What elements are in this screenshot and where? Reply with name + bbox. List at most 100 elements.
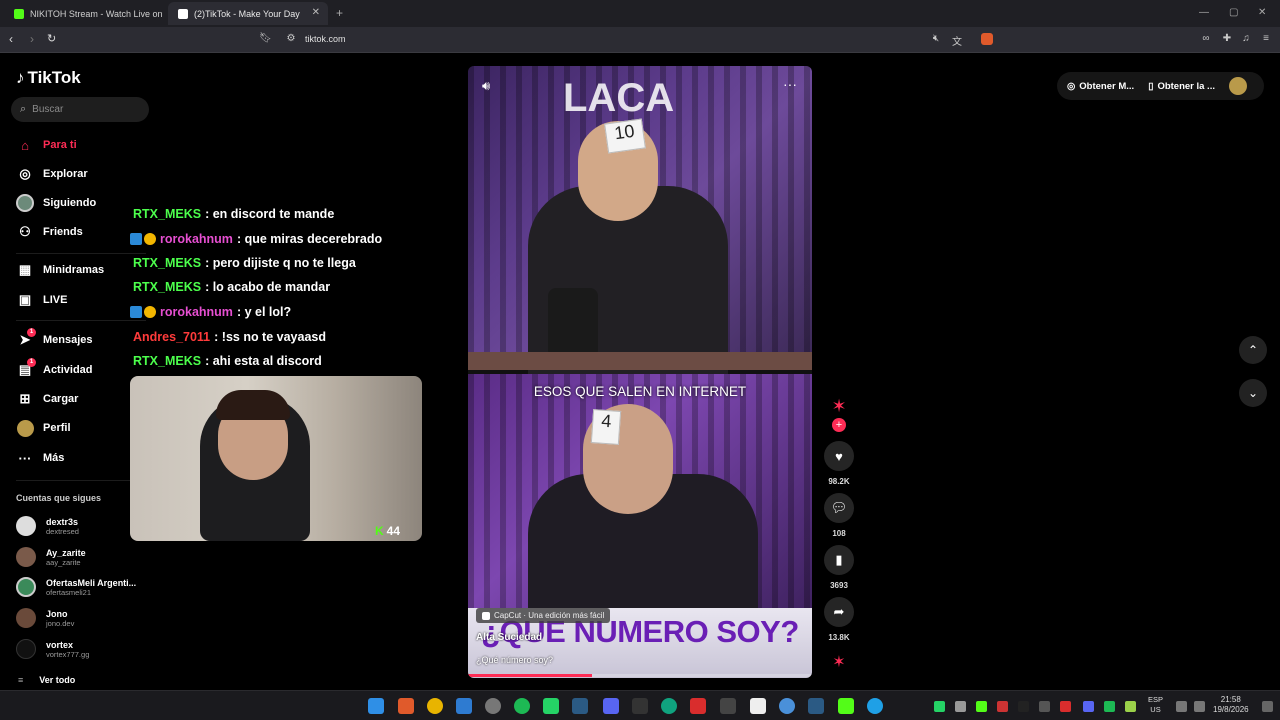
chatgpt-icon[interactable] (661, 698, 677, 714)
following-account[interactable]: OfertasMeli Argenti... ofertasmeli21 (16, 577, 136, 597)
comment-button[interactable]: 💬︎ 108 (824, 493, 854, 538)
minimize-icon[interactable]: — (1199, 7, 1209, 18)
streamer-webcam: K 44 (130, 376, 422, 541)
nav-siguiendo[interactable]: Siguiendo (16, 193, 96, 213)
following-account[interactable]: dextr3s dextresed (16, 516, 79, 536)
forward-icon[interactable]: › (30, 32, 34, 46)
tab-kick-stream[interactable]: NIKITOH Stream - Watch Live on (4, 2, 164, 25)
language-indicator[interactable]: ESP US (1148, 695, 1163, 715)
nav-actividad[interactable]: ▤ 1 Actividad (16, 358, 93, 380)
video-author[interactable]: Alta Suciedad (476, 632, 542, 643)
brave-icon[interactable] (398, 698, 414, 714)
discord-icon[interactable] (603, 698, 619, 714)
account-handle: ofertasmeli21 (46, 587, 92, 597)
tray-icon[interactable] (1104, 701, 1115, 712)
video-subtitle: ESOS QUE SALEN EN INTERNET (533, 384, 747, 399)
nav-perfil[interactable]: Perfil (16, 418, 71, 438)
more-icon: ··· (18, 450, 32, 466)
nav-label: Cargar (43, 393, 79, 405)
kick-icon[interactable] (838, 698, 854, 714)
lang-region: US (1150, 705, 1161, 714)
volume-icon[interactable]: 🔊︎ (482, 78, 490, 94)
nav-label: LIVE (43, 294, 68, 306)
nav-mensajes[interactable]: ➤ 1 Mensajes (16, 328, 93, 350)
tiktok-logo[interactable]: ♪ TikTok (16, 68, 81, 88)
settings-icon[interactable] (485, 698, 501, 714)
brave-shield-icon[interactable] (981, 33, 993, 45)
following-account[interactable]: Jono jono.dev (16, 608, 74, 628)
search-input[interactable] (32, 104, 133, 115)
app-icon[interactable] (690, 698, 706, 714)
nav-minidramas[interactable]: ▦ Minidramas (16, 260, 104, 280)
capcut-tag[interactable]: CapCut · Una edición más fácil (476, 608, 611, 623)
mute-icon[interactable]: 🔇︎ (930, 33, 942, 45)
maximize-icon[interactable]: ▢ (1229, 7, 1238, 18)
following-account[interactable]: Ay_zarite aay_zarite (16, 547, 86, 567)
music-disc-icon[interactable]: ✶ (824, 652, 854, 672)
puzzle-icon[interactable]: ✚ (1221, 33, 1233, 45)
nav-cargar[interactable]: ⊞ Cargar (16, 389, 79, 409)
url-field[interactable]: tiktok.com (305, 34, 346, 44)
tray-icon[interactable] (955, 701, 966, 712)
new-tab-button[interactable]: + (336, 6, 343, 20)
more-options-icon[interactable]: ··· (783, 76, 797, 92)
nav-explorar[interactable]: ◎ Explorar (16, 164, 87, 184)
address-bar: ‹ › ↻ 🔖︎ ⚙ tiktok.com 🔇︎ 文 ∞ ✚ ♫ ≡ (0, 27, 1280, 53)
search-box[interactable]: ⌕ (11, 97, 149, 122)
like-button[interactable]: ♥ 98.2K (824, 441, 854, 486)
kick-tray-icon[interactable] (976, 701, 987, 712)
tray-icon[interactable] (1060, 701, 1071, 712)
nav-live[interactable]: ▣ LIVE (16, 290, 68, 310)
next-video-button[interactable]: ⌄ (1239, 379, 1267, 407)
close-icon[interactable]: ✕ (312, 7, 320, 18)
network-icon[interactable] (1176, 701, 1187, 712)
microphone-icon[interactable] (1125, 701, 1136, 712)
save-button[interactable]: ▮ 3693 (824, 545, 854, 590)
get-coins-button[interactable]: ◎ Obtener M... (1067, 81, 1134, 92)
system-clock[interactable]: 21:58 19/8/2026 (1213, 695, 1249, 715)
chrome-icon[interactable] (427, 698, 443, 714)
nav-para-ti[interactable]: ⌂ Para ti (16, 135, 77, 155)
site-info-icon[interactable]: ⚙ (285, 33, 297, 45)
extension-icon[interactable]: ∞ (1200, 33, 1212, 45)
get-app-button[interactable]: ▯ Obtener la ... (1148, 81, 1215, 92)
start-icon[interactable] (368, 698, 384, 714)
reload-icon[interactable]: ↻ (47, 32, 56, 45)
discord-tray-icon[interactable] (1083, 701, 1094, 712)
previous-video-button[interactable]: ⌃ (1239, 336, 1267, 364)
avatar[interactable] (1228, 77, 1247, 95)
follow-plus-icon[interactable]: + (832, 418, 846, 432)
spotify-icon[interactable] (514, 698, 530, 714)
phone-icon: ▯ (1148, 80, 1154, 92)
capcut-app-icon[interactable] (632, 698, 648, 714)
app-icon[interactable] (779, 698, 795, 714)
video-player[interactable]: LACA 10 4 ESOS QUE SALEN EN INTERNET ¿QU… (468, 66, 812, 678)
tab-tiktok[interactable]: (2)TikTok - Make Your Day ✕ (168, 2, 328, 25)
nav-friends[interactable]: ⚇ Friends (16, 222, 83, 242)
whatsapp-icon[interactable] (543, 698, 559, 714)
back-icon[interactable]: ‹ (9, 32, 13, 46)
notion-icon[interactable] (750, 698, 766, 714)
share-button[interactable]: ➦ 13.8K (824, 597, 854, 642)
whatsapp-tray-icon[interactable] (934, 701, 945, 712)
bookmark-icon[interactable]: 🔖︎ (259, 33, 272, 45)
epic-games-icon[interactable] (720, 698, 736, 714)
translate-icon[interactable]: 文 (951, 33, 963, 48)
menu-icon[interactable]: ≡ (1260, 33, 1272, 45)
app-icon[interactable] (808, 698, 824, 714)
video-progress-bar[interactable] (468, 674, 812, 677)
tray-icon[interactable] (1039, 701, 1050, 712)
see-all-link[interactable]: ≡ Ver todo (18, 675, 75, 685)
creator-avatar-follow[interactable]: ✶ + (824, 396, 854, 432)
tray-icon[interactable] (1018, 701, 1029, 712)
nav-mas[interactable]: ··· Más (16, 448, 65, 468)
volume-tray-icon[interactable] (1194, 701, 1205, 712)
steam-icon[interactable] (572, 698, 588, 714)
edge-icon[interactable] (867, 698, 883, 714)
notifications-icon[interactable] (1262, 701, 1273, 712)
tray-icon[interactable] (997, 701, 1008, 712)
media-icon[interactable]: ♫ (1240, 33, 1252, 45)
vscode-icon[interactable] (456, 698, 472, 714)
close-window-icon[interactable]: ✕ (1258, 7, 1266, 18)
following-account[interactable]: vortex vortex777.gg (16, 639, 89, 659)
